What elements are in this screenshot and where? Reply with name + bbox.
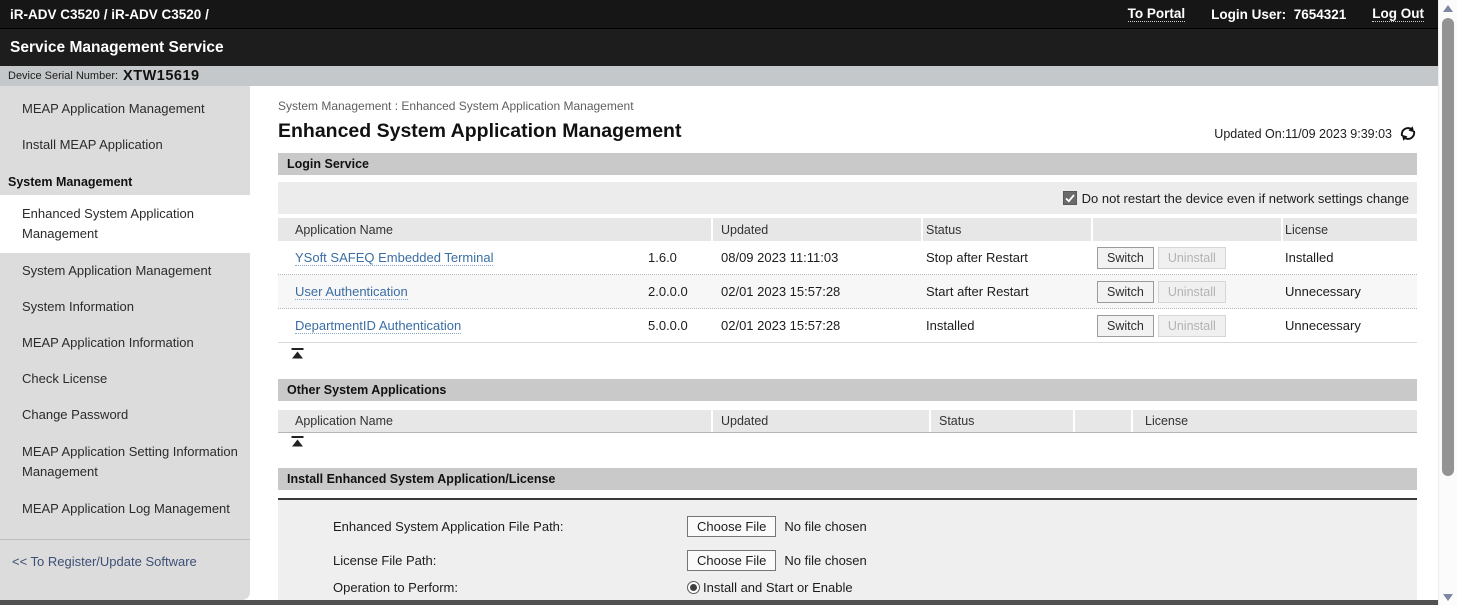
serial-label: Device Serial Number: <box>8 70 118 82</box>
app-status: Installed <box>923 318 1093 333</box>
sidebar: MEAP Application Management Install MEAP… <box>0 86 250 600</box>
switch-button[interactable]: Switch <box>1097 281 1154 303</box>
no-file-chosen-text: No file chosen <box>784 519 866 534</box>
login-service-header: Login Service <box>278 153 1417 175</box>
switch-button[interactable]: Switch <box>1097 315 1154 337</box>
login-service-table-header: Application Name Updated Status License <box>278 218 1417 241</box>
app-link-ysoft-safeq[interactable]: YSoft SAFEQ Embedded Terminal <box>295 250 493 266</box>
app-status: Start after Restart <box>923 284 1093 299</box>
app-version: 5.0.0.0 <box>640 318 713 333</box>
app-version: 2.0.0.0 <box>640 284 713 299</box>
app-license: Installed <box>1283 250 1417 265</box>
no-restart-checkbox-label[interactable]: Do not restart the device even if networ… <box>1082 191 1409 206</box>
collapse-to-top-icon[interactable] <box>291 436 304 448</box>
sidebar-item-system-information[interactable]: System Information <box>0 289 250 325</box>
app-link-user-authentication[interactable]: User Authentication <box>295 284 408 300</box>
column-actions <box>1093 218 1283 241</box>
breadcrumb: System Management : Enhanced System Appl… <box>278 99 1417 113</box>
license-file-path-label: License File Path: <box>333 553 687 568</box>
refresh-icon[interactable] <box>1399 126 1417 141</box>
sidebar-item-meap-application-information[interactable]: MEAP Application Information <box>0 325 250 361</box>
column-license: License <box>1133 410 1417 432</box>
serial-bar: Device Serial Number: XTW15619 <box>0 66 1438 86</box>
uninstall-button: Uninstall <box>1158 281 1226 303</box>
radio-install-and-start[interactable] <box>687 581 700 594</box>
login-user: Login User: 7654321 <box>1211 7 1346 22</box>
app-link-departmentid-authentication[interactable]: DepartmentID Authentication <box>295 318 461 334</box>
sidebar-item-check-license[interactable]: Check License <box>0 361 250 397</box>
app-updated: 08/09 2023 11:11:03 <box>713 250 923 265</box>
serial-value: XTW15619 <box>123 68 200 84</box>
login-user-value: 7654321 <box>1294 7 1347 22</box>
collapse-to-top-icon[interactable] <box>291 348 304 360</box>
choose-file-button-license[interactable]: Choose File <box>687 550 776 571</box>
install-form: Enhanced System Application File Path: C… <box>278 498 1417 601</box>
app-updated: 02/01 2023 15:57:28 <box>713 284 923 299</box>
app-license: Unnecessary <box>1283 284 1417 299</box>
app-file-path-label: Enhanced System Application File Path: <box>333 519 687 534</box>
page-title: Enhanced System Application Management <box>278 120 681 143</box>
column-status: Status <box>923 218 1093 241</box>
restart-option-row: Do not restart the device even if networ… <box>278 182 1417 214</box>
operation-to-perform-label: Operation to Perform: <box>333 580 687 595</box>
appbar: Service Management Service <box>0 28 1438 66</box>
column-license: License <box>1283 218 1417 241</box>
table-row: User Authentication 2.0.0.0 02/01 2023 1… <box>278 275 1417 309</box>
sidebar-item-meap-application-setting-information-management[interactable]: MEAP Application Setting Information Man… <box>0 433 250 491</box>
updated-on-text: Updated On:11/09 2023 9:39:03 <box>1214 127 1392 141</box>
sidebar-section-system-management: System Management <box>0 163 250 195</box>
column-status: Status <box>931 410 1075 432</box>
sidebar-item-enhanced-system-application-management[interactable]: Enhanced System Application Management <box>0 195 250 253</box>
no-file-chosen-text: No file chosen <box>784 553 866 568</box>
install-section-header: Install Enhanced System Application/Lice… <box>278 468 1417 490</box>
column-application-name: Application Name <box>278 218 713 241</box>
scroll-up-arrow-icon[interactable] <box>1442 4 1454 14</box>
switch-button[interactable]: Switch <box>1097 247 1154 269</box>
choose-file-button-application[interactable]: Choose File <box>687 516 776 537</box>
other-apps-table-header: Application Name Updated Status License <box>278 410 1417 433</box>
sidebar-item-meap-application-management[interactable]: MEAP Application Management <box>0 91 250 127</box>
vertical-scrollbar[interactable] <box>1438 0 1457 605</box>
app-license: Unnecessary <box>1283 318 1417 333</box>
titlebar: iR-ADV C3520 / iR-ADV C3520 / To Portal … <box>0 0 1438 28</box>
sidebar-divider <box>0 539 250 540</box>
app-updated: 02/01 2023 15:57:28 <box>713 318 923 333</box>
column-updated: Updated <box>713 410 931 432</box>
to-portal-link[interactable]: To Portal <box>1128 6 1186 22</box>
login-user-label: Login User: <box>1211 7 1286 22</box>
device-name: iR-ADV C3520 / iR-ADV C3520 / <box>10 7 209 22</box>
uninstall-button: Uninstall <box>1158 315 1226 337</box>
column-updated: Updated <box>713 218 923 241</box>
register-update-software-link[interactable]: << To Register/Update Software <box>0 542 250 579</box>
table-row: YSoft SAFEQ Embedded Terminal 1.6.0 08/0… <box>278 241 1417 275</box>
column-actions <box>1075 410 1133 432</box>
sidebar-item-meap-application-log-management[interactable]: MEAP Application Log Management <box>0 491 250 527</box>
table-row: DepartmentID Authentication 5.0.0.0 02/0… <box>278 309 1417 343</box>
sms-window: iR-ADV C3520 / iR-ADV C3520 / To Portal … <box>0 0 1462 605</box>
sidebar-item-install-meap-application[interactable]: Install MEAP Application <box>0 127 250 163</box>
app-title: Service Management Service <box>10 39 224 57</box>
main-area: System Management : Enhanced System Appl… <box>251 86 1438 600</box>
window-bottom-edge <box>0 600 1438 605</box>
app-version: 1.6.0 <box>640 250 713 265</box>
other-system-applications-header: Other System Applications <box>278 379 1417 401</box>
app-status: Stop after Restart <box>923 250 1093 265</box>
uninstall-button: Uninstall <box>1158 247 1226 269</box>
column-application-name: Application Name <box>278 410 713 432</box>
radio-install-and-start-label[interactable]: Install and Start or Enable <box>703 580 853 595</box>
no-restart-checkbox[interactable] <box>1063 191 1077 205</box>
scroll-down-arrow-icon[interactable] <box>1442 592 1454 602</box>
sidebar-item-change-password[interactable]: Change Password <box>0 397 250 433</box>
scrollbar-thumb[interactable] <box>1442 18 1454 476</box>
sidebar-item-system-application-management[interactable]: System Application Management <box>0 253 250 289</box>
log-out-link[interactable]: Log Out <box>1372 6 1424 22</box>
